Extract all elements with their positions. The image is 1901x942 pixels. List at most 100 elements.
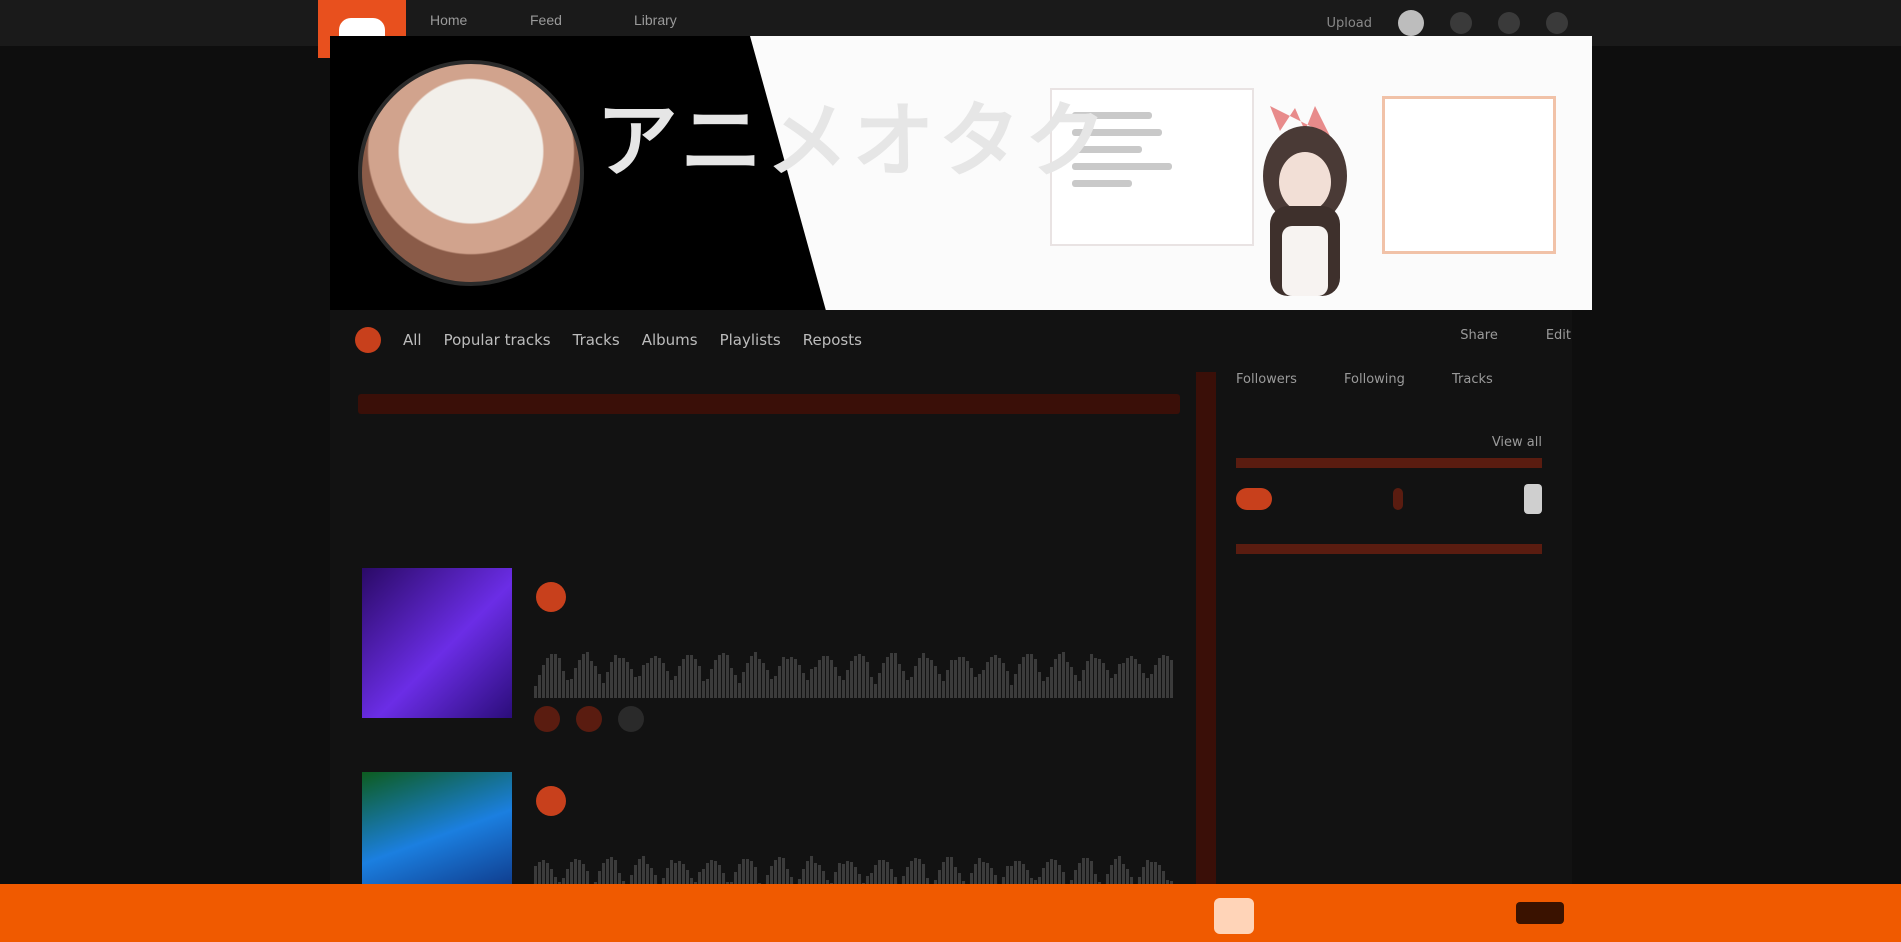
waveform-bar <box>1074 675 1077 698</box>
waveform-bar <box>1130 656 1133 698</box>
stat-tracks[interactable]: Tracks <box>1452 372 1542 391</box>
tab-tracks[interactable]: Tracks <box>573 331 620 349</box>
waveform-bar <box>1106 669 1109 698</box>
waveform-bar <box>938 673 941 698</box>
nav-home[interactable]: Home <box>430 12 467 34</box>
station-icon[interactable] <box>355 327 381 353</box>
tab-reposts[interactable]: Reposts <box>803 331 862 349</box>
waveform-bar <box>638 675 641 698</box>
waveform-bar <box>942 680 945 698</box>
player-artwork[interactable] <box>1214 898 1254 934</box>
share-button[interactable]: Share <box>1460 328 1498 343</box>
waveform-bar <box>578 659 581 698</box>
waveform-bar <box>702 681 705 698</box>
stat-following[interactable]: Following <box>1344 372 1434 391</box>
user-avatar[interactable] <box>1398 10 1424 36</box>
profile-sidebar: Followers Following Tracks View all <box>1236 372 1542 614</box>
player-action-button[interactable] <box>1516 902 1564 924</box>
waveform-bar <box>538 674 541 698</box>
upload-link[interactable]: Upload <box>1326 16 1372 31</box>
stat-label: Tracks <box>1452 372 1493 387</box>
waveform-bar <box>782 657 785 698</box>
edit-button[interactable]: Edit <box>1546 328 1571 343</box>
waveform-bar <box>982 670 985 698</box>
liked-track-marker <box>1393 488 1403 510</box>
liked-track-artwork[interactable] <box>1236 488 1272 510</box>
waveform-bar <box>822 656 825 698</box>
profile-avatar[interactable] <box>358 60 584 286</box>
waveform-bar <box>798 664 801 698</box>
waveform-bar <box>714 660 717 698</box>
liked-track-thumb[interactable] <box>1524 484 1542 514</box>
waveform-bar <box>690 655 693 698</box>
waveform-bar <box>1114 674 1117 698</box>
waveform-bar <box>858 654 861 698</box>
waveform-bar <box>842 680 845 698</box>
waveform-bar <box>726 655 729 698</box>
share-icon[interactable] <box>618 706 644 732</box>
waveform-bar <box>1150 674 1153 698</box>
tab-playlists[interactable]: Playlists <box>720 331 781 349</box>
waveform-bar <box>1134 658 1137 698</box>
waveform-bar <box>602 682 605 698</box>
waveform-bar <box>978 673 981 698</box>
track-artwork[interactable] <box>362 568 512 718</box>
waveform-bar <box>998 657 1001 698</box>
waveform-bar <box>966 661 969 698</box>
like-icon[interactable] <box>534 706 560 732</box>
waveform-bar <box>1154 664 1157 698</box>
waveform-bar <box>910 676 913 698</box>
waveform-bar <box>762 663 765 698</box>
waveform-bar <box>698 665 701 698</box>
tab-all[interactable]: All <box>403 331 422 349</box>
waveform-bar <box>1078 681 1081 698</box>
waveform-bar <box>1030 654 1033 698</box>
waveform-bar <box>1006 671 1009 698</box>
waveform-bar <box>1126 657 1129 698</box>
waveform-bar <box>614 654 617 698</box>
track-waveform[interactable] <box>534 638 1174 698</box>
waveform-bar <box>962 657 965 698</box>
view-all-link[interactable]: View all <box>1492 435 1542 450</box>
likes-divider <box>1236 458 1542 468</box>
waveform-bar <box>934 665 937 698</box>
waveform-bar <box>1058 653 1061 698</box>
waveform-bar <box>706 679 709 698</box>
waveform-bar <box>542 665 545 698</box>
waveform-bar <box>686 655 689 698</box>
waveform-bar <box>534 686 537 698</box>
repost-icon[interactable] <box>576 706 602 732</box>
waveform-bar <box>894 653 897 698</box>
waveform-bar <box>566 679 569 698</box>
waveform-bar <box>574 668 577 698</box>
tab-popular-tracks[interactable]: Popular tracks <box>444 331 551 349</box>
waveform-bar <box>730 667 733 698</box>
play-button[interactable] <box>536 582 566 612</box>
waveform-bar <box>1066 661 1069 698</box>
waveform-bar <box>810 669 813 698</box>
messages-icon[interactable] <box>1498 12 1520 34</box>
waveform-bar <box>754 652 757 698</box>
waveform-bar <box>618 658 621 698</box>
waveform-bar <box>682 658 685 698</box>
nav-feed[interactable]: Feed <box>530 12 562 34</box>
play-button[interactable] <box>536 786 566 816</box>
waveform-bar <box>826 656 829 698</box>
nav-library[interactable]: Library <box>634 12 677 34</box>
waveform-bar <box>1118 663 1121 698</box>
waveform-bar <box>710 668 713 698</box>
notifications-icon[interactable] <box>1450 12 1472 34</box>
waveform-bar <box>1014 673 1017 698</box>
more-icon[interactable] <box>1546 12 1568 34</box>
waveform-bar <box>994 655 997 698</box>
waveform-bar <box>1086 661 1089 698</box>
waveform-bar <box>786 658 789 698</box>
waveform-bar <box>1026 654 1029 698</box>
waveform-bar <box>1166 655 1169 698</box>
tab-albums[interactable]: Albums <box>642 331 698 349</box>
waveform-bar <box>550 654 553 698</box>
banner-frame <box>1382 96 1556 254</box>
profile-tabs: All Popular tracks Tracks Albums Playlis… <box>355 322 862 358</box>
stat-followers[interactable]: Followers <box>1236 372 1326 391</box>
waveform-bar <box>874 684 877 698</box>
